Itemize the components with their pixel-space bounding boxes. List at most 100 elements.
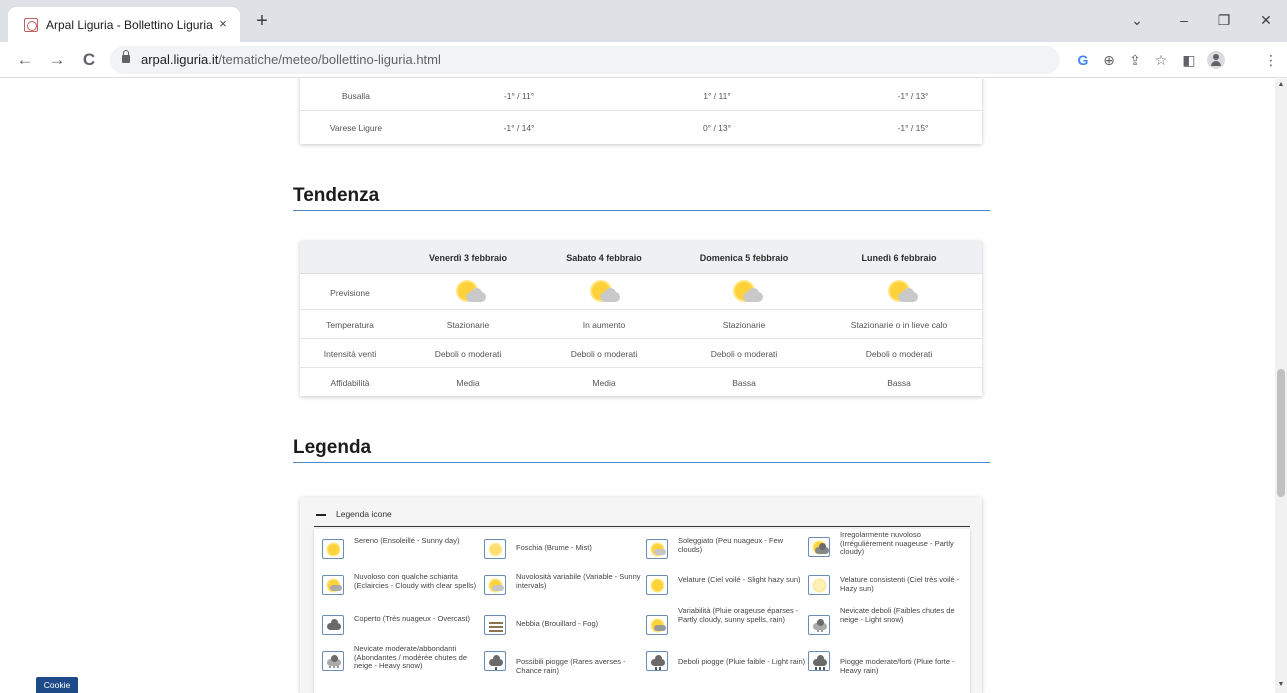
side-panel-icon[interactable]: ◧ — [1180, 51, 1198, 69]
cloudy-clear-spells-icon — [322, 575, 344, 595]
legend-item-text: Soleggiato (Peu nuageux - Few clouds) — [678, 536, 784, 554]
heavy-rain-icon — [808, 651, 830, 671]
close-window-button[interactable]: ✕ — [1254, 10, 1278, 30]
scroll-down-arrow-icon[interactable]: ▼ — [1275, 681, 1287, 691]
reload-button[interactable]: C — [78, 49, 100, 71]
table-row: Temperatura Stazionarie In aumento Stazi… — [300, 310, 982, 339]
tab-title: Arpal Liguria - Bollettino Liguria — [46, 18, 213, 32]
sunny-intervals-icon — [484, 575, 506, 595]
legend-item-text: Piogge moderate/forti (Pluie forte - Hea… — [840, 657, 955, 675]
sunny-cloud-icon — [586, 278, 620, 304]
scroll-up-arrow-icon[interactable]: ▲ — [1275, 81, 1287, 91]
fog-line — [489, 622, 503, 624]
collapse-minus-icon[interactable] — [316, 514, 326, 516]
page-scrollbar[interactable]: ▲ ▼ — [1275, 79, 1287, 693]
legend-item: Variabilità (Pluie orageuse éparses - Pa… — [646, 606, 806, 647]
city-name: Varese Ligure — [329, 123, 383, 133]
row-label: Affidabilità — [330, 378, 370, 388]
legend-item-text: Foschia (Brume - Mist) — [516, 543, 592, 552]
raindrop-shape — [823, 667, 825, 670]
trend-value: Deboli o moderati — [710, 349, 778, 359]
legend-item: Nevicate deboli (Faibles chutes de neige… — [808, 606, 968, 647]
row-label: Intensità venti — [323, 349, 377, 359]
zoom-icon[interactable]: ⊕ — [1100, 51, 1118, 69]
sun-few-clouds-icon — [646, 539, 668, 559]
cloud-shape — [327, 619, 341, 630]
cloud-shape — [492, 585, 504, 591]
snowflake-shape — [817, 630, 819, 632]
table-row: Previsione — [300, 274, 982, 310]
trend-value: Media — [456, 378, 480, 388]
sunny-spells-rain-icon — [646, 615, 668, 635]
google-icon[interactable]: G — [1074, 51, 1092, 69]
legend-item: Possibili piogge (Rares averses - Chance… — [484, 649, 644, 689]
sun-shape — [814, 580, 825, 591]
trend-value: Bassa — [732, 378, 756, 388]
raindrop-shape — [819, 667, 821, 670]
cloud-shape — [813, 655, 827, 666]
cloud-shape — [471, 288, 482, 298]
raindrop-shape — [655, 667, 657, 670]
day-header: Lunedì 6 febbraio — [861, 253, 937, 263]
cloud-shape — [748, 288, 759, 298]
legend-item: Foschia (Brume - Mist) — [484, 537, 644, 577]
sun-icon — [322, 539, 344, 559]
trend-value: Bassa — [887, 378, 911, 388]
site-favicon-icon — [24, 18, 38, 32]
cookie-button[interactable]: Cookie — [36, 677, 78, 693]
temp-value: -1° / 14° — [503, 123, 535, 133]
row-label: Previsione — [330, 288, 370, 298]
minimize-button[interactable]: – — [1172, 10, 1196, 30]
legend-item-text: Velature (Ciel voilé - Slight hazy sun) — [678, 575, 801, 584]
legend-grid: Sereno (Ensoleillé - Sunny day) Foschia … — [314, 529, 970, 693]
chance-rain-icon — [484, 651, 506, 671]
legend-item-text: Nuvoloso con qualche schiarita (Eclairci… — [354, 572, 477, 590]
cloud-shape — [654, 549, 666, 555]
legend-item: Nuvoloso con qualche schiarita (Eclairci… — [322, 572, 482, 613]
browser-tab[interactable]: Arpal Liguria - Bollettino Liguria × — [8, 7, 240, 42]
address-bar[interactable]: arpal.liguria.it/tematiche/meteo/bollett… — [110, 46, 1060, 74]
sun-shape — [652, 580, 663, 591]
cloud-shape — [489, 655, 503, 666]
cloud-shape — [813, 619, 827, 630]
scrollbar-thumb[interactable] — [1277, 369, 1285, 497]
trend-value: In aumento — [582, 320, 626, 330]
new-tab-button[interactable]: + — [252, 11, 272, 32]
legend-panel-title[interactable]: Legenda icone — [336, 509, 392, 519]
haze-sun-icon — [484, 539, 506, 559]
overcast-icon — [322, 615, 344, 635]
profile-avatar-icon[interactable] — [1207, 51, 1225, 69]
lock-icon — [122, 50, 130, 63]
day-header: Domenica 5 febbraio — [699, 253, 789, 263]
share-icon[interactable]: ⇪ — [1126, 51, 1144, 69]
legenda-heading: Legenda — [293, 437, 372, 458]
forward-button[interactable]: → — [46, 49, 68, 71]
back-button[interactable]: ← — [14, 49, 36, 71]
temp-value: 0° / 13° — [702, 123, 732, 133]
browser-menu-icon[interactable]: ⋮ — [1262, 51, 1280, 69]
legend-item-text: Possibili piogge (Rares averses - Chance… — [516, 657, 626, 675]
url-domain: arpal.liguria.it — [141, 52, 219, 67]
restore-button[interactable]: ❐ — [1212, 10, 1236, 30]
snowflake-shape — [329, 666, 331, 668]
fog-icon — [484, 615, 506, 635]
tab-close-button[interactable]: × — [214, 15, 232, 33]
temp-value: -1° / 15° — [897, 123, 929, 133]
tab-search-icon[interactable]: ⌄ — [1125, 10, 1149, 30]
cloud-shape — [654, 625, 666, 631]
cloud-shape — [903, 288, 914, 298]
sunny-cloud-icon — [729, 278, 763, 304]
slight-hazy-sun-icon — [646, 575, 668, 595]
legend-item-text: Sereno (Ensoleillé - Sunny day) — [354, 536, 460, 545]
browser-tab-bar: Arpal Liguria - Bollettino Liguria × + ⌄… — [0, 0, 1287, 42]
trend-value: Deboli o moderati — [570, 349, 638, 359]
temp-value: 1° / 11° — [703, 91, 731, 101]
legend-item-text: Velature consistenti (Ciel très voilé - … — [840, 575, 960, 593]
tendenza-heading: Tendenza — [293, 185, 380, 206]
partly-cloudy-icon — [808, 537, 830, 557]
fog-line — [489, 630, 503, 632]
tendenza-table: Venerdì 3 febbraio Sabato 4 febbraio Dom… — [300, 241, 982, 396]
cloud-shape — [605, 288, 616, 298]
bookmark-star-icon[interactable]: ☆ — [1152, 51, 1170, 69]
snowflake-shape — [821, 630, 823, 632]
